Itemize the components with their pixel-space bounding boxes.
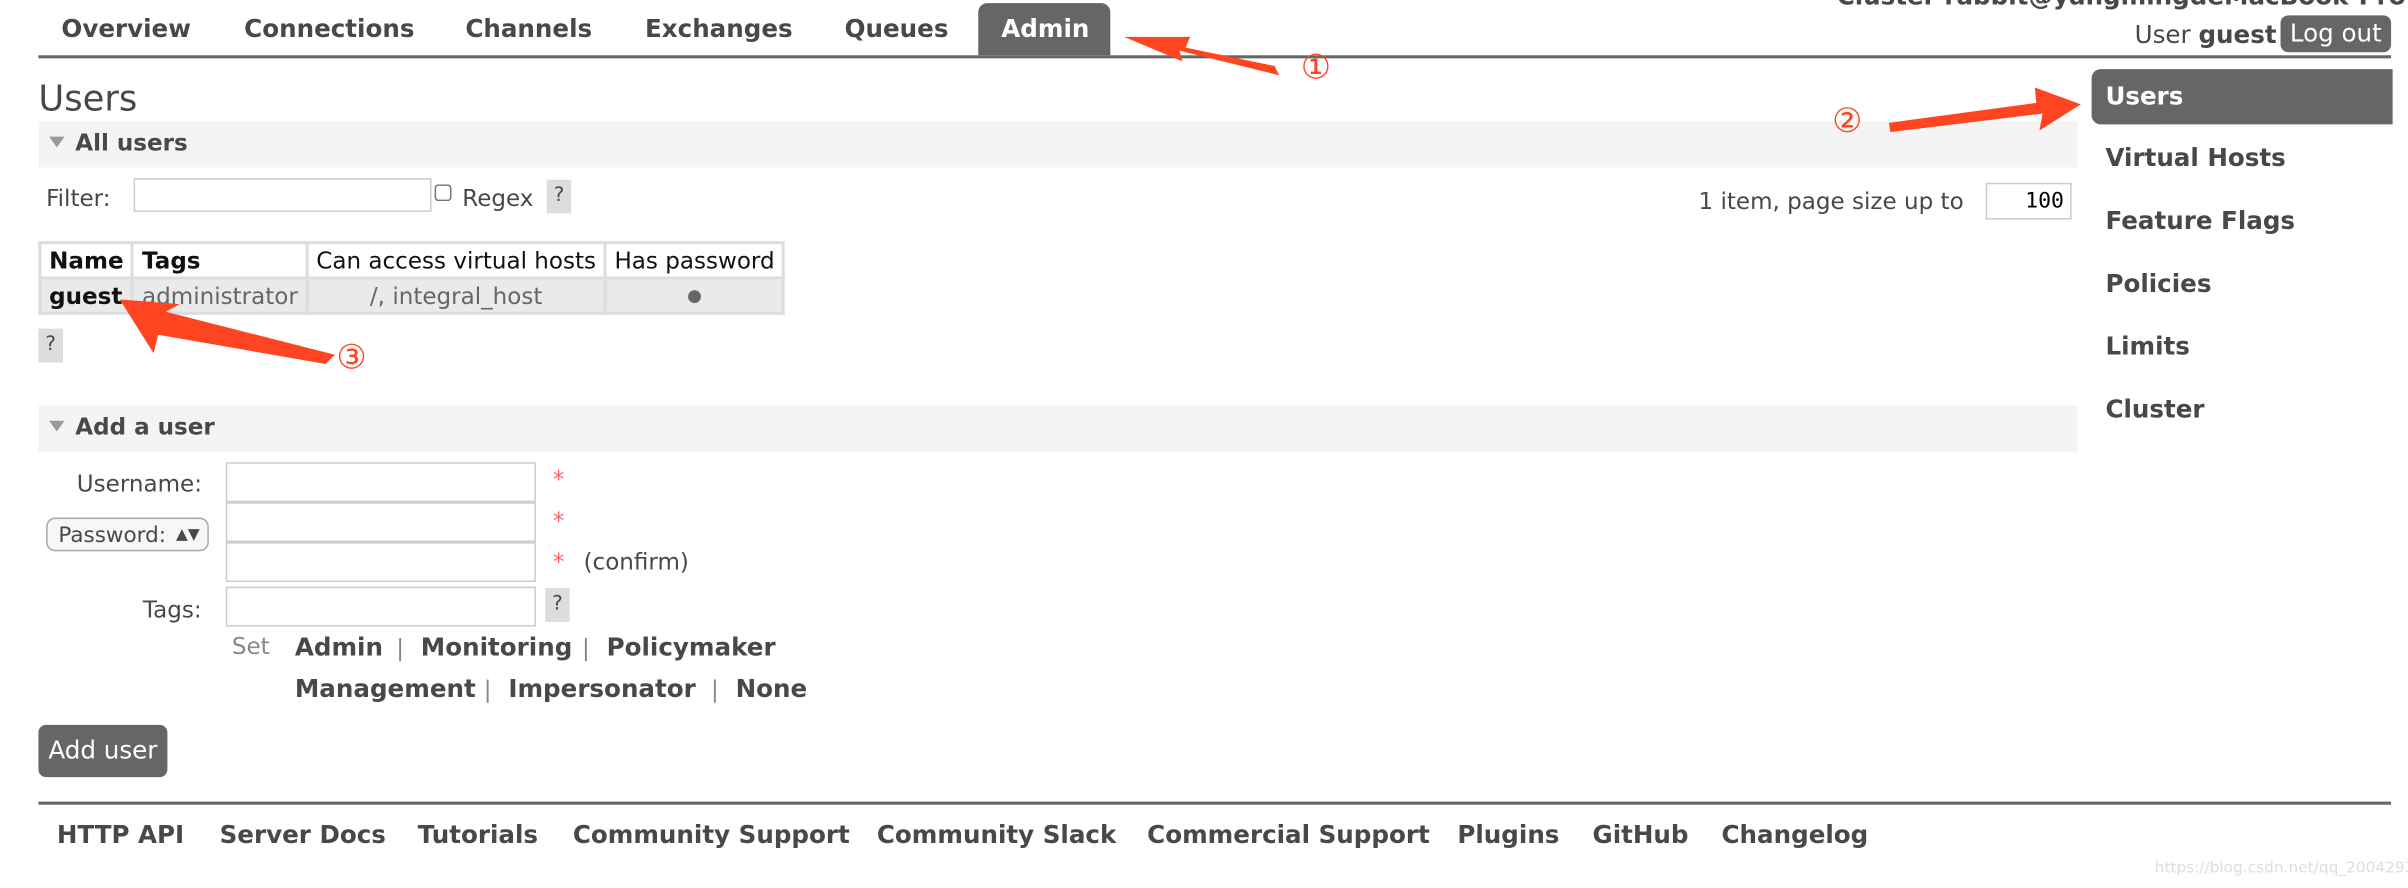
rabbitmq-admin-page: Cluster rabbit@yangmingdeMacBook-Pro Use… bbox=[0, 0, 2408, 888]
annotation-arrows bbox=[119, 36, 2081, 364]
arrow-icon bbox=[119, 299, 335, 364]
annotation-2: ② bbox=[1832, 102, 1863, 142]
annotation-1: ① bbox=[1300, 49, 1332, 88]
arrow-icon bbox=[1888, 87, 2081, 133]
watermark: https://blog.csdn.net/qq_20042935 bbox=[2154, 859, 2408, 877]
annotation-3: ③ bbox=[336, 339, 367, 378]
arrow-icon bbox=[1124, 36, 1280, 76]
